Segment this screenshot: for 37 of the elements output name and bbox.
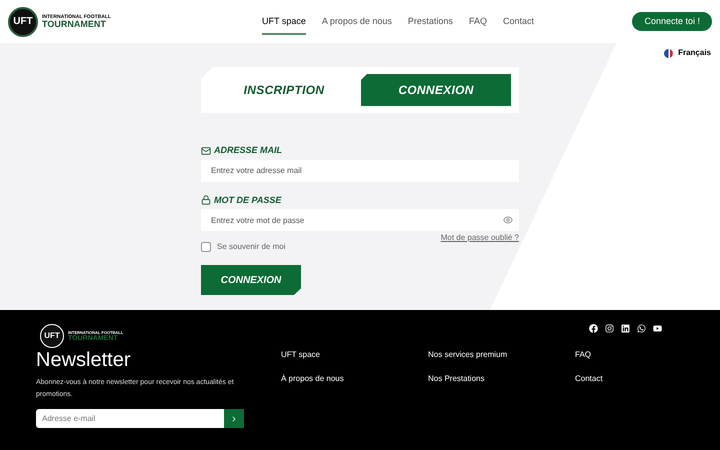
show-password-icon[interactable] [503, 215, 513, 225]
remember-label: Se souvenir de moi [217, 241, 286, 253]
whatsapp-icon[interactable] [637, 324, 646, 333]
auth-tab[interactable]: INSCRIPTION [209, 74, 359, 106]
auth-tab[interactable]: CONNEXION [361, 74, 511, 106]
flag-icon [664, 48, 674, 58]
logo-wordmark: TOURNAMENT [42, 20, 107, 28]
footer-link[interactable]: À propos de nous [281, 373, 428, 385]
linkedin-icon[interactable] [621, 324, 630, 333]
logo-badge: UFT [40, 324, 64, 348]
mail-icon [201, 146, 211, 156]
footer-link[interactable]: Nos services premium [428, 349, 575, 361]
login-button[interactable]: Connecte toi ! [632, 12, 712, 31]
email-field[interactable]: Entrez votre adresse mail [201, 160, 519, 182]
nav-link[interactable]: A propos de nous [322, 14, 392, 36]
footer-link[interactable]: UFT space [281, 349, 428, 361]
submit-button[interactable]: CONNEXION [201, 265, 301, 295]
nav-link[interactable]: Prestations [408, 14, 453, 36]
password-field[interactable]: Entrez votre mot de passe [201, 209, 519, 231]
lock-icon [201, 195, 211, 206]
newsletter-title: Newsletter [36, 348, 132, 373]
youtube-icon[interactable] [653, 324, 662, 333]
footer-link[interactable]: Contact [575, 373, 720, 385]
remember-checkbox[interactable] [201, 242, 211, 252]
facebook-icon[interactable] [589, 324, 598, 333]
nav-link[interactable]: UFT space [262, 14, 306, 36]
field-label: ADRESSE MAIL [214, 144, 282, 157]
instagram-icon[interactable] [605, 324, 614, 333]
newsletter-email-field[interactable]: Adresse e-mail [36, 409, 224, 428]
logo-badge: UFT [8, 6, 38, 36]
forgot-password-link[interactable]: Mot de passe oublié ? [440, 232, 519, 244]
nav-link[interactable]: Contact [502, 14, 534, 36]
footer-link[interactable]: Nos Prestations [428, 373, 575, 385]
footer-link[interactable]: FAQ [575, 349, 720, 361]
field-label: MOT DE PASSE [214, 194, 282, 206]
language-selector[interactable]: Français [678, 47, 711, 59]
nav-link[interactable]: FAQ [468, 14, 487, 36]
